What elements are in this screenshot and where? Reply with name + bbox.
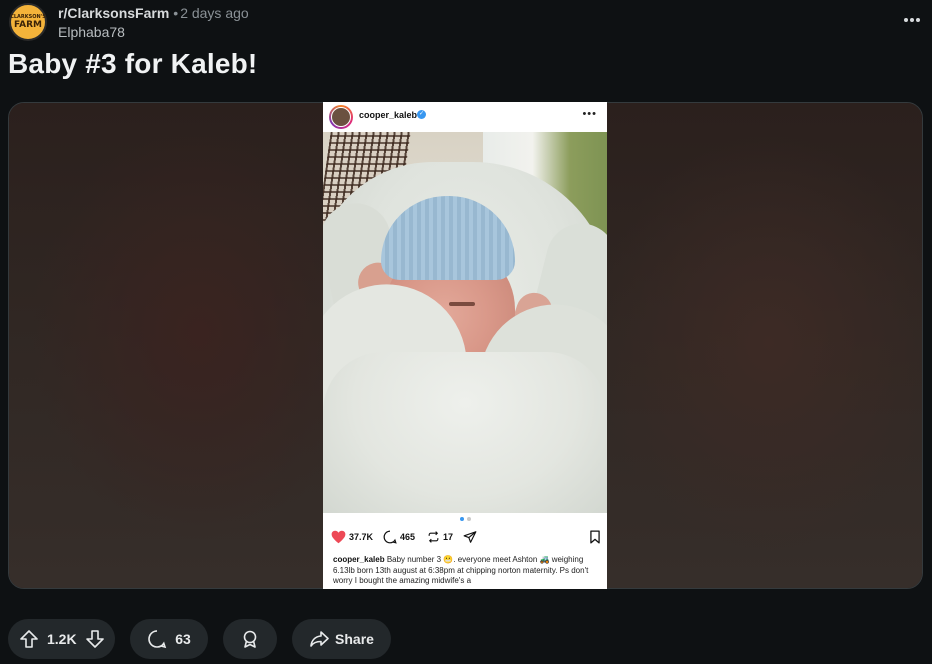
repost-icon (428, 531, 439, 543)
award-icon (240, 629, 260, 649)
subreddit-avatar[interactable]: CLARKSON'S FARM (9, 3, 47, 41)
subreddit-link[interactable]: r/ClarksonsFarm (58, 5, 169, 21)
instagram-screenshot[interactable]: cooper_kaleb ✓ ••• 37.7K 465 17 cooper_k… (323, 102, 607, 589)
share-icon (309, 629, 329, 649)
more-horizontal-icon (904, 18, 908, 22)
more-options-button[interactable] (900, 8, 924, 32)
comment-icon (383, 530, 397, 544)
ig-header: cooper_kaleb ✓ ••• (323, 102, 607, 132)
share-button[interactable]: Share (292, 619, 391, 659)
ig-username: cooper_kaleb (359, 110, 418, 120)
downvote-icon[interactable] (85, 629, 105, 649)
ig-more-icon: ••• (582, 108, 597, 120)
ig-repost-count: 17 (443, 532, 454, 542)
baby-photo (323, 132, 607, 513)
vote-score: 1.2K (47, 631, 77, 647)
ig-like-count: 37.7K (349, 532, 374, 542)
ig-avatar (329, 105, 353, 129)
award-button[interactable] (223, 619, 277, 659)
verified-icon: ✓ (417, 110, 426, 119)
post-time: 2 days ago (180, 5, 249, 21)
send-icon (463, 531, 477, 543)
ig-actions: 37.7K 465 17 (331, 530, 601, 548)
post-title[interactable]: Baby #3 for Kaleb! (8, 48, 257, 80)
ig-comment-count: 465 (400, 532, 416, 542)
post-meta: r/ClarksonsFarm • 2 days ago (58, 5, 249, 21)
upvote-icon[interactable] (19, 629, 39, 649)
comment-icon (147, 629, 167, 649)
vote-control: 1.2K (8, 619, 115, 659)
bookmark-icon (590, 530, 600, 544)
post-header: CLARKSON'S FARM r/ClarksonsFarm • 2 days a… (8, 2, 924, 44)
carousel-indicator (323, 517, 607, 523)
comment-count: 63 (175, 631, 191, 647)
share-label: Share (335, 631, 374, 647)
carousel-dot (466, 517, 471, 521)
comments-button[interactable]: 63 (130, 619, 208, 659)
heart-icon (331, 530, 346, 544)
meta-separator: • (173, 5, 179, 21)
ig-caption: cooper_kaleb Baby number 3 😬. everyone m… (333, 555, 599, 587)
ig-caption-user: cooper_kaleb (333, 555, 385, 564)
carousel-dot (459, 517, 464, 521)
author-link[interactable]: Elphaba78 (58, 24, 125, 40)
